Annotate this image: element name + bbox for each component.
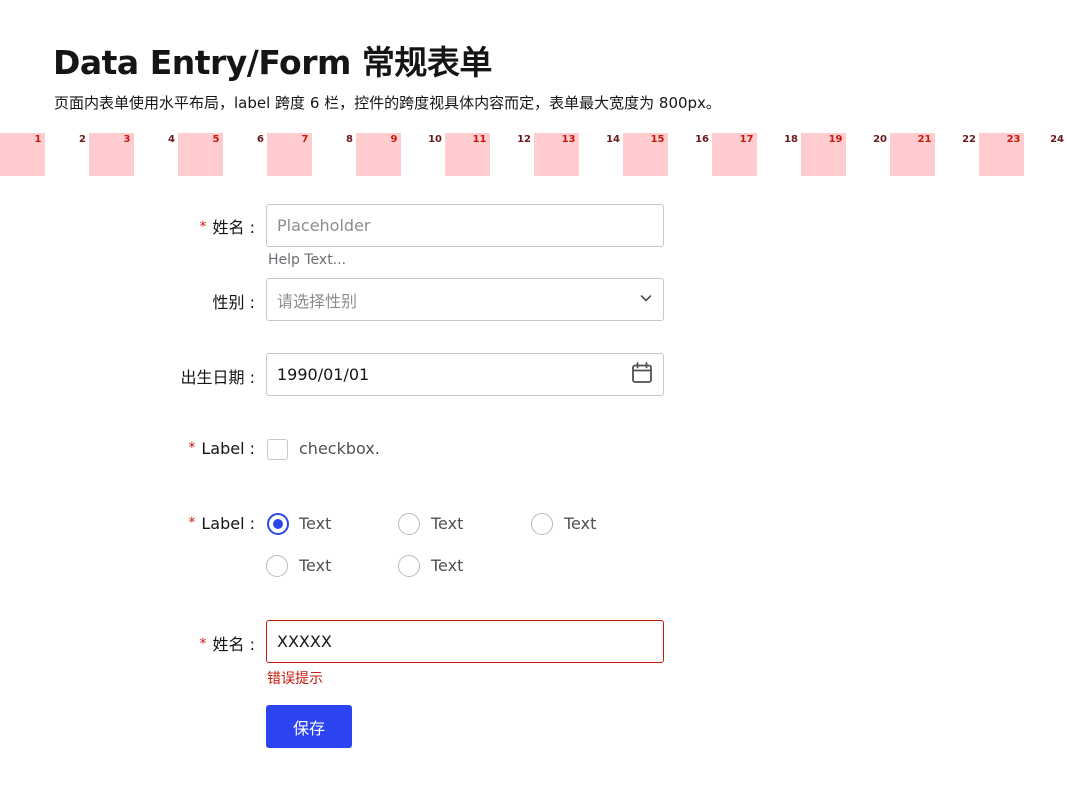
- grid-column-number: 12: [517, 134, 531, 145]
- radio-option-text: Text: [431, 556, 464, 575]
- name-label: * 姓名 :: [200, 214, 255, 238]
- checkbox-label-text: Label :: [201, 439, 255, 458]
- birth-date-picker[interactable]: 1990/01/01: [266, 353, 664, 396]
- grid-column: 7: [267, 133, 312, 176]
- radio-button[interactable]: [398, 513, 420, 535]
- radio-label-text: Label :: [201, 514, 255, 533]
- birth-date-value: 1990/01/01: [277, 365, 370, 384]
- grid-column-number: 2: [79, 134, 86, 145]
- grid-column: 19: [801, 133, 846, 176]
- grid-column: 9: [356, 133, 401, 176]
- grid-column: 20: [846, 133, 891, 176]
- save-button[interactable]: 保存: [266, 705, 352, 748]
- grid-column-number: 5: [212, 134, 220, 145]
- grid-column: 6: [223, 133, 268, 176]
- grid-column: 21: [890, 133, 935, 176]
- grid-column-number: 7: [301, 134, 309, 145]
- grid-column-number: 17: [739, 134, 754, 145]
- gender-select[interactable]: 请选择性别: [266, 278, 664, 321]
- agree-checkbox[interactable]: [267, 439, 288, 460]
- name-input[interactable]: [266, 204, 664, 247]
- radio-option-text: Text: [299, 556, 332, 575]
- grid-column: 15: [623, 133, 668, 176]
- page-description: 页面内表单使用水平布局，label 跨度 6 栏，控件的跨度视具体内容而定，表单…: [54, 94, 721, 112]
- grid-column-number: 23: [1006, 134, 1021, 145]
- required-mark: *: [199, 219, 207, 235]
- grid-column-number: 8: [346, 134, 353, 145]
- checkbox-option-text: checkbox.: [299, 439, 380, 458]
- grid-column-number: 14: [606, 134, 620, 145]
- grid-column-number: 6: [257, 134, 264, 145]
- grid-guide: 1 2 3 4 5 6 7 8 9 10 11 12 13 14 15 16 1…: [0, 133, 1067, 176]
- grid-column: 13: [534, 133, 579, 176]
- radio-option-text: Text: [564, 514, 597, 533]
- calendar-icon[interactable]: [631, 361, 653, 388]
- grid-column: 14: [579, 133, 624, 176]
- grid-column-number: 22: [962, 134, 976, 145]
- gender-label: 性别 :: [212, 293, 255, 312]
- grid-column: 5: [178, 133, 223, 176]
- grid-column: 12: [490, 133, 535, 176]
- grid-column-number: 11: [472, 134, 487, 145]
- radio-button[interactable]: [531, 513, 553, 535]
- page-title: Data Entry/Form 常规表单: [53, 43, 492, 82]
- grid-column-number: 16: [695, 134, 709, 145]
- grid-column-number: 19: [828, 134, 843, 145]
- grid-column: 24: [1023, 133, 1067, 176]
- grid-column-number: 9: [390, 134, 398, 145]
- error-name-label-text: 姓名 :: [212, 635, 255, 654]
- required-mark: *: [188, 440, 196, 456]
- checkbox-label: * Label :: [188, 439, 255, 458]
- error-message: 错误提示: [267, 671, 323, 687]
- error-name-input[interactable]: [266, 620, 664, 663]
- grid-column: 3: [89, 133, 134, 176]
- grid-column: 11: [445, 133, 490, 176]
- grid-column: 22: [935, 133, 980, 176]
- grid-column-number: 4: [168, 134, 175, 145]
- grid-column: 10: [401, 133, 446, 176]
- error-name-label: * 姓名 :: [200, 631, 255, 655]
- radio-option-text: Text: [299, 514, 332, 533]
- chevron-down-icon: [639, 290, 653, 309]
- grid-column-number: 1: [34, 134, 42, 145]
- name-label-text: 姓名 :: [212, 218, 255, 237]
- grid-column-number: 21: [917, 134, 932, 145]
- radio-button[interactable]: [266, 555, 288, 577]
- grid-column: 2: [45, 133, 90, 176]
- grid-column-number: 3: [123, 134, 131, 145]
- grid-column: 4: [134, 133, 179, 176]
- radio-button[interactable]: [398, 555, 420, 577]
- grid-column-number: 18: [784, 134, 798, 145]
- grid-column-number: 10: [428, 134, 442, 145]
- grid-column: 18: [757, 133, 802, 176]
- grid-column: 17: [712, 133, 757, 176]
- grid-column-number: 20: [873, 134, 887, 145]
- birth-date-label: 出生日期 :: [180, 368, 255, 387]
- grid-column: 16: [668, 133, 713, 176]
- grid-column: 23: [979, 133, 1024, 176]
- gender-select-placeholder: 请选择性别: [277, 291, 358, 311]
- grid-column: 1: [0, 133, 45, 176]
- grid-column: 8: [312, 133, 357, 176]
- radio-label: * Label :: [188, 514, 255, 533]
- grid-column-number: 15: [650, 134, 665, 145]
- grid-column-number: 24: [1050, 134, 1064, 145]
- radio-option-text: Text: [431, 514, 464, 533]
- required-mark: *: [199, 636, 207, 652]
- name-help-text: Help Text...: [268, 252, 347, 268]
- required-mark: *: [188, 515, 196, 531]
- grid-column-number: 13: [561, 134, 576, 145]
- radio-button[interactable]: [267, 513, 289, 535]
